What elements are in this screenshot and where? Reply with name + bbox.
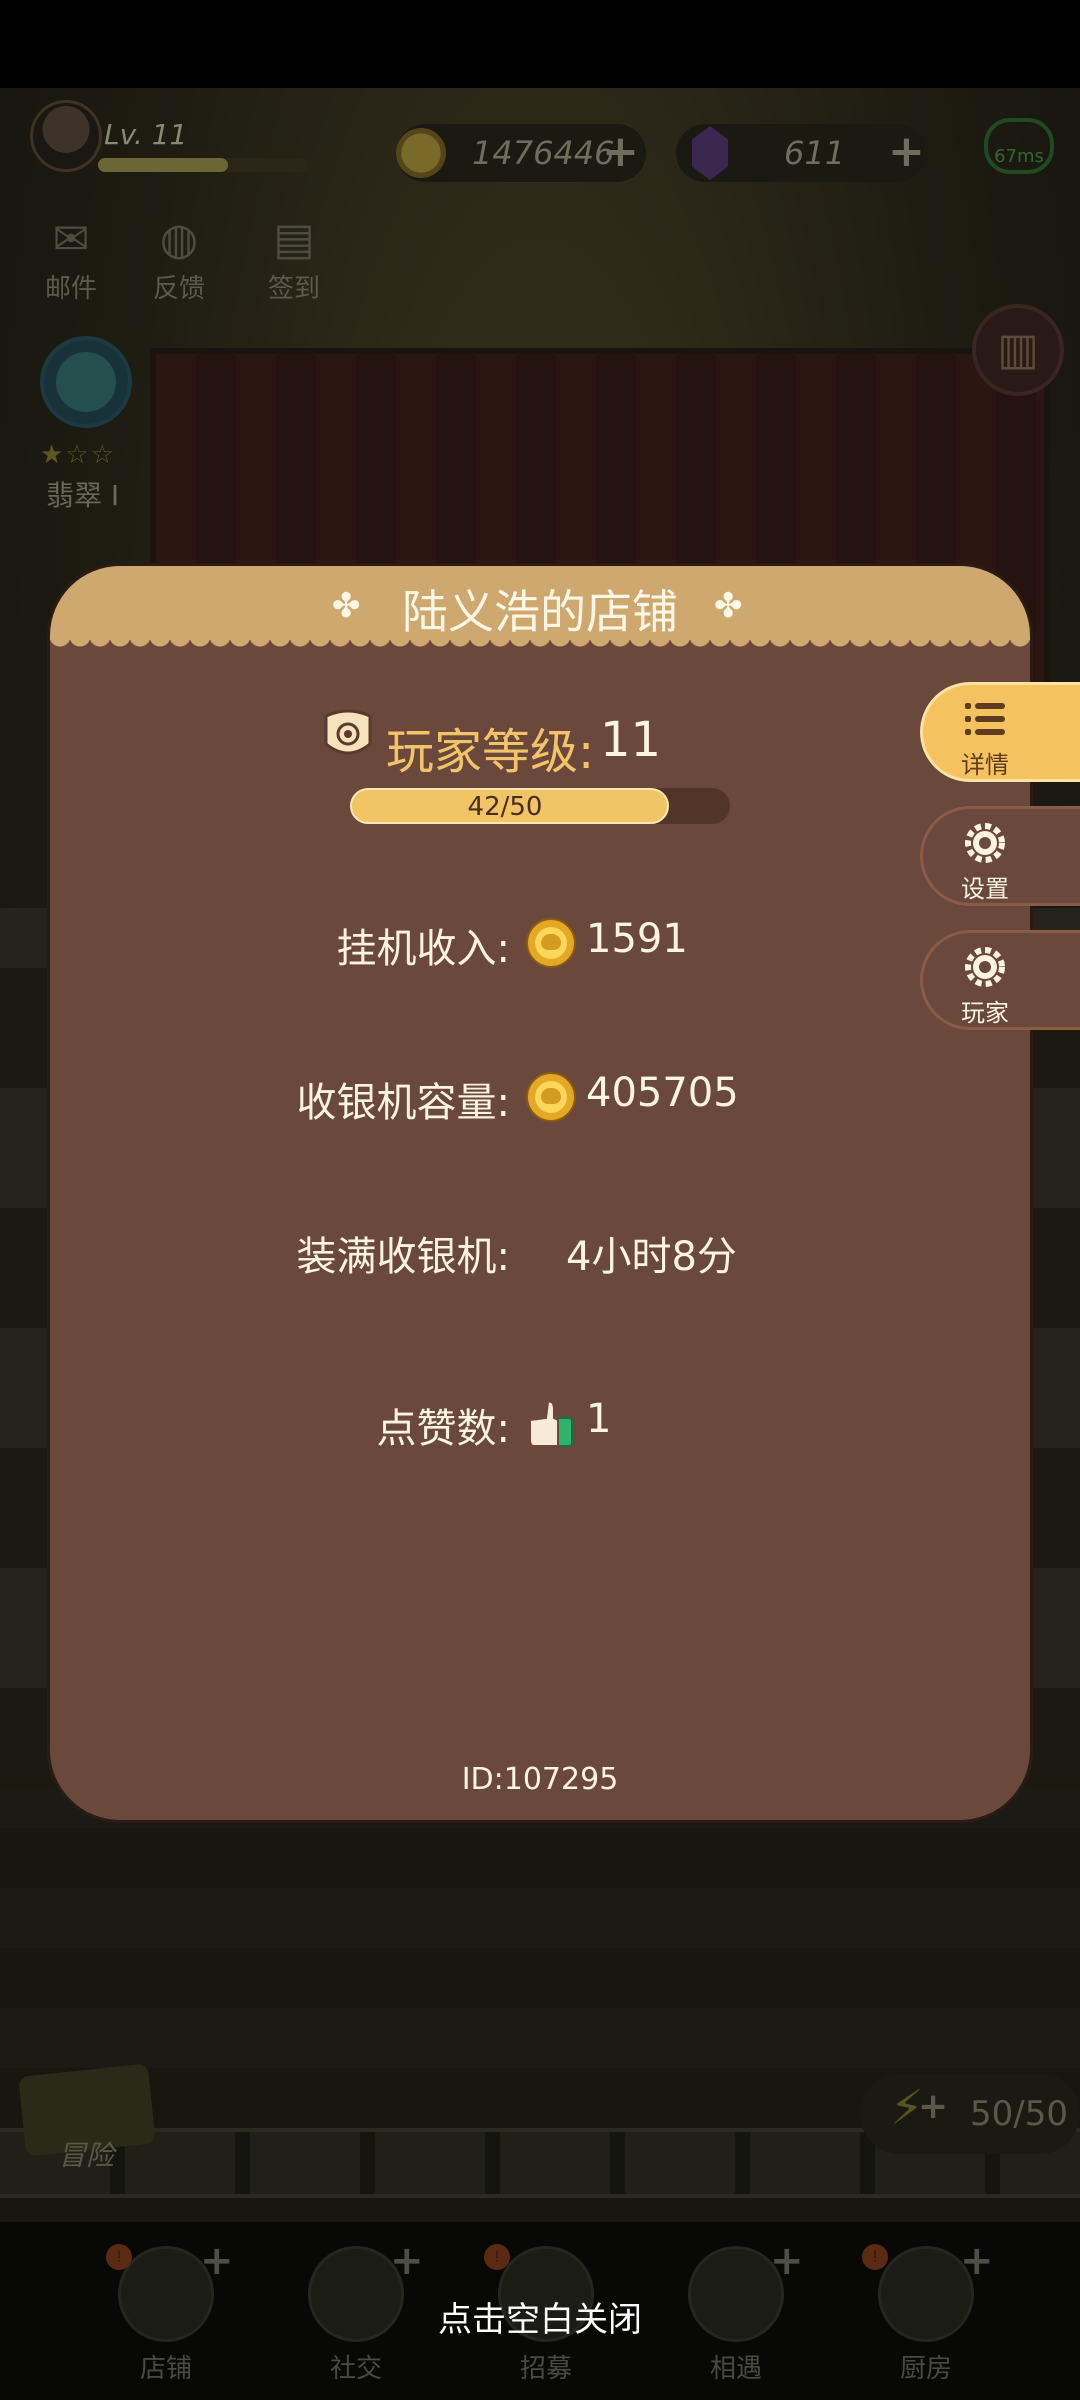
register-capacity-label: 收银机容量: [296,1080,510,1126]
likes-label: 点赞数: [376,1406,510,1452]
tab-details-label: 详情 [961,751,1009,779]
level-badge-icon [324,709,372,755]
nav-recruit-label: 招募 [519,2354,572,2384]
nav-kitchen-alert-badge: ! [862,2244,888,2270]
idle-income-value: 1591 [586,916,688,962]
jade-rank-icon[interactable] [40,336,132,428]
mail-icon: ✉ [52,214,90,265]
tap-to-close-hint[interactable]: 点击空白关闭 [0,2292,1080,2341]
tab-player-label: 玩家 [961,999,1009,1027]
nav-social-label: 社交 [329,2354,382,2384]
gem-amount: 611 [784,134,846,172]
player-level-text: Lv. 11 [104,118,188,151]
nav-kitchen-plus-icon: + [960,2238,994,2284]
ping-text: 67ms [994,146,1044,167]
feedback-button[interactable]: ◍ 反馈 [134,212,224,305]
nav-shop-alert-badge: ! [106,2244,132,2270]
nav-encounter-label: 相遇 [709,2354,762,2384]
thumbs-up-icon [529,1400,573,1447]
tab-details[interactable]: 详情 [920,682,1080,782]
xp-bar [98,158,308,172]
tab-settings-label: 设置 [961,875,1009,903]
checkin-label: 签到 [267,274,320,304]
jade-rank-label: 翡翠 I [46,479,120,512]
network-status: 67ms [984,118,1054,174]
card-title: 陆义浩的店铺 [402,585,678,639]
shop-id: ID:107295 [461,1762,619,1797]
nav-encounter-plus-icon: + [770,2238,804,2284]
checkin-icon: ▤ [273,214,315,265]
energy-amount: 50/50 [970,2094,1068,2134]
fill-register-value: 4小时8分 [566,1234,737,1280]
register-capacity-value: 405705 [586,1070,739,1116]
add-coins-button[interactable]: + [602,126,639,177]
mail-label: 邮件 [44,274,97,304]
player-level-value: 11 [600,712,662,768]
gear-icon [965,947,1005,987]
globe-icon: ◍ [159,214,199,265]
shop-info-card: ✤ 陆义浩的店铺 ✤ 玩家等级: 11 42/50 挂机收入: 1591 收银机… [50,566,1030,1820]
coin-amount: 1476446 [472,134,615,172]
nav-shop-plus-icon: + [200,2238,234,2284]
nav-kitchen-label: 厨房 [899,2354,952,2384]
nav-social-plus-icon: + [390,2238,424,2284]
coin-icon [526,1072,576,1122]
feedback-label: 反馈 [152,274,205,304]
gear-icon [965,823,1005,863]
idle-income-label: 挂机收入: [336,926,510,972]
add-energy-button[interactable]: + [918,2086,948,2127]
book-icon[interactable]: ▥ [972,304,1064,396]
tab-settings[interactable]: 设置 [920,806,1080,906]
mail-button[interactable]: ✉ 邮件 [36,212,106,305]
xp-bar-fill [98,158,229,172]
likes-value: 1 [586,1396,612,1442]
flower-icon: ✤ [714,586,743,626]
list-icon [965,703,1005,735]
player-level-label: 玩家等级: [386,724,595,780]
adventure-label: 冒险 [58,2139,115,2172]
add-gems-button[interactable]: + [888,126,925,177]
coin-icon [526,918,576,968]
rank-stars: ★☆☆ [40,440,116,470]
nav-shop-label: 店铺 [139,2354,192,2384]
coin-icon [396,128,446,178]
tab-player[interactable]: 玩家 [920,930,1080,1030]
level-progress-text: 42/50 [467,792,543,822]
checkin-button[interactable]: ▤ 签到 [254,212,334,305]
nav-recruit-alert-badge: ! [484,2244,510,2270]
player-avatar[interactable] [30,100,102,172]
fill-register-label: 装满收银机: [296,1234,510,1280]
